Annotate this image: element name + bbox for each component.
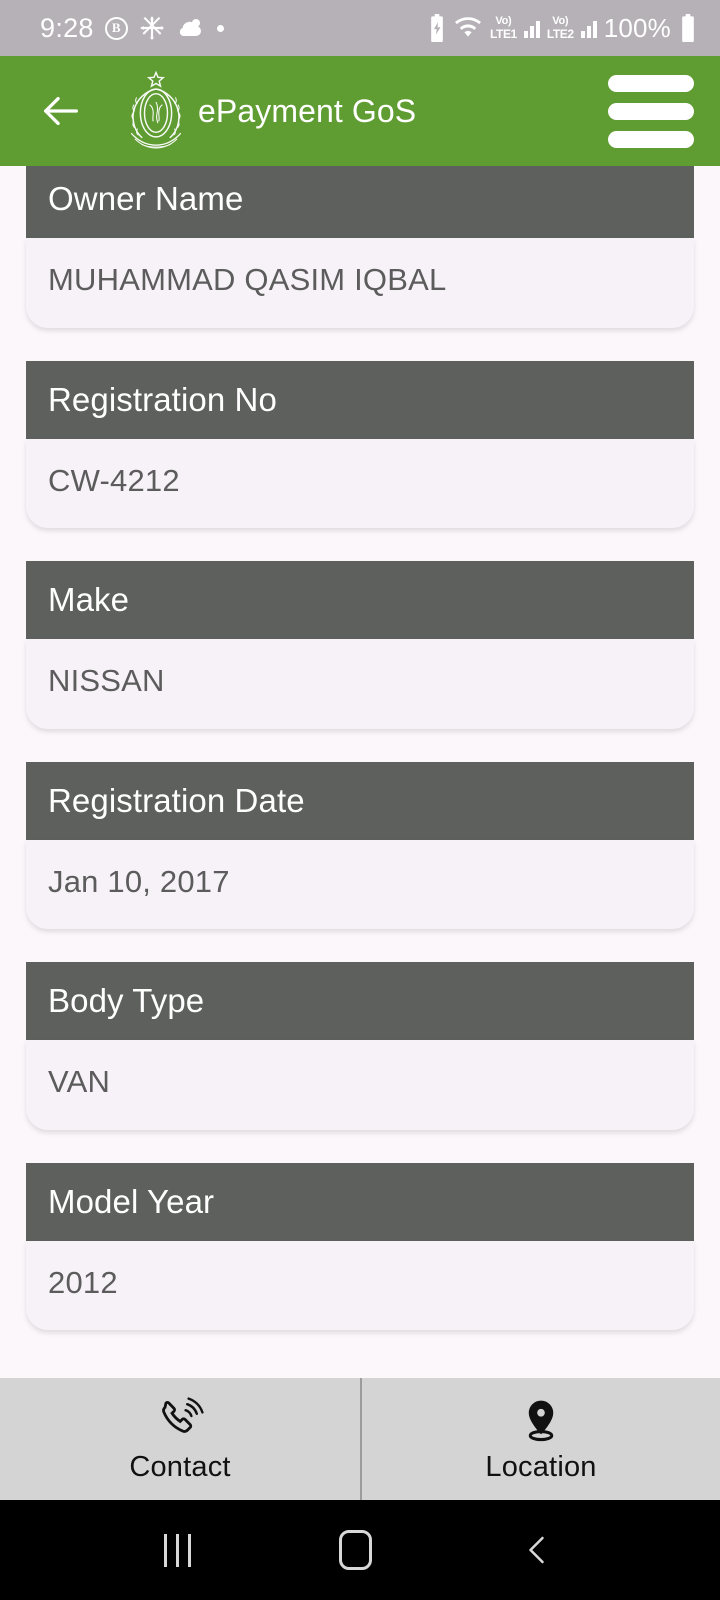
snowflake-icon: [139, 15, 165, 41]
detail-card-value: 2012: [26, 1240, 694, 1331]
detail-card-value: VAN: [26, 1040, 694, 1130]
detail-card-label: Registration No: [26, 360, 694, 439]
detail-card-label: Make: [26, 561, 694, 640]
status-bar-right: Vo) LTE1 Vo) LTE2 100%: [428, 13, 698, 44]
app-screen: 9:28 B Vo) LTE1 Vo) LTE2 100% ePayment G…: [0, 0, 720, 1600]
wifi-icon: [453, 16, 483, 40]
status-bar-left: 9:28 B: [40, 13, 224, 44]
detail-card-model-year: Model Year 2012: [26, 1162, 694, 1331]
detail-card-make: Make NISSAN: [26, 561, 694, 729]
hamburger-menu-icon[interactable]: [608, 74, 694, 148]
detail-card-value: MUHAMMAD QASIM IQBAL: [26, 237, 694, 328]
status-bar: 9:28 B Vo) LTE1 Vo) LTE2 100%: [0, 0, 720, 56]
app-title: ePayment GoS: [198, 92, 417, 129]
signal-bars-1-icon: [523, 18, 540, 38]
contact-button[interactable]: Contact: [0, 1378, 360, 1500]
contact-label: Contact: [129, 1450, 231, 1483]
location-label: Location: [485, 1450, 597, 1483]
back-button[interactable]: [38, 88, 84, 134]
home-button[interactable]: [339, 1530, 372, 1570]
battery-icon: [678, 14, 698, 42]
weather-cloud-icon: [176, 16, 206, 40]
signal-bars-2-icon: [580, 18, 597, 38]
map-pin-icon: [518, 1395, 564, 1447]
detail-card-label: Model Year: [26, 1162, 694, 1241]
bixby-badge-icon: B: [104, 16, 128, 40]
phone-ringing-icon: [156, 1395, 204, 1447]
detail-card-label: Owner Name: [26, 166, 694, 238]
battery-percent-label: 100%: [603, 12, 671, 43]
volte-2-icon: Vo) LTE2: [546, 15, 574, 41]
app-brand: ePayment GoS: [110, 67, 416, 155]
detail-card-body-type: Body Type VAN: [26, 962, 694, 1130]
recents-icon: [164, 1533, 191, 1567]
android-back-button[interactable]: [520, 1530, 556, 1570]
recents-button[interactable]: [164, 1533, 191, 1567]
detail-card-value: Jan 10, 2017: [26, 839, 694, 930]
battery-charging-icon: [428, 14, 446, 42]
detail-card-label: Registration Date: [26, 761, 694, 840]
status-clock: 9:28: [40, 12, 94, 43]
home-icon: [339, 1530, 372, 1570]
back-chevron-icon: [529, 1536, 544, 1564]
detail-card-owner-name: Owner Name MUHAMMAD QASIM IQBAL: [26, 166, 694, 328]
android-navigation-bar: [0, 1500, 720, 1600]
detail-card-value: CW-4212: [26, 438, 694, 529]
location-button[interactable]: Location: [360, 1378, 720, 1500]
detail-card-value: NISSAN: [26, 639, 694, 729]
sindh-emblem-icon: [110, 67, 202, 155]
detail-card-registration-date: Registration Date Jan 10, 2017: [26, 761, 694, 930]
vehicle-details-list[interactable]: Owner Name MUHAMMAD QASIM IQBAL Registra…: [0, 166, 720, 1378]
dot-icon: [216, 24, 224, 32]
detail-card-label: Body Type: [26, 962, 694, 1041]
detail-card-registration-no: Registration No CW-4212: [26, 360, 694, 529]
app-bar: ePayment GoS: [0, 56, 720, 166]
volte-1-icon: Vo) LTE1: [489, 15, 517, 41]
bottom-action-bar: Contact Location: [0, 1378, 720, 1500]
